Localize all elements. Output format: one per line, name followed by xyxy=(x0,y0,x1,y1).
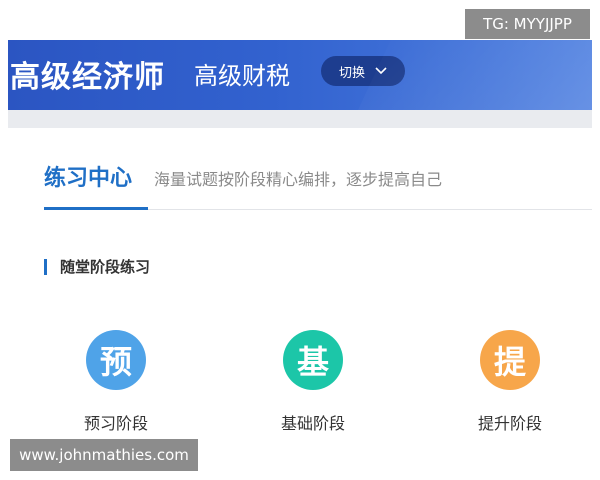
tab-practice-center[interactable]: 练习中心 xyxy=(44,160,132,192)
watermark-top: TG: MYYJJPP xyxy=(465,9,590,39)
stage-basic-icon: 基 xyxy=(283,330,353,404)
exam-title: 高级经济师 xyxy=(10,60,165,95)
tab-row: 练习中心 海量试题按阶段精心编排，逐步提高自己 xyxy=(44,160,442,192)
stage-basic[interactable]: 基 基础阶段 xyxy=(253,330,373,434)
header-banner: 高级经济师 高级财税 切换 xyxy=(8,40,592,110)
watermark-bottom: www.johnmathies.com xyxy=(10,439,198,471)
switch-label: 切换 xyxy=(338,65,365,81)
stage-preview-label: 预习阶段 xyxy=(83,414,148,433)
stage-advance[interactable]: 提 提升阶段 xyxy=(450,330,570,434)
section-title: 随堂阶段练习 xyxy=(60,258,151,276)
tab-description: 海量试题按阶段精心编排，逐步提高自己 xyxy=(154,170,443,189)
stage-advance-label: 提升阶段 xyxy=(477,414,542,433)
switch-button[interactable]: 切换 xyxy=(321,56,405,86)
stage-advance-icon: 提 xyxy=(480,330,550,404)
header-shadow-strip xyxy=(8,110,592,128)
stage-preview[interactable]: 预 预习阶段 xyxy=(56,330,176,434)
active-tab-underline xyxy=(44,207,148,210)
chevron-down-icon xyxy=(375,67,387,75)
exam-subtitle: 高级财税 xyxy=(194,62,290,90)
stage-preview-icon: 预 xyxy=(86,330,156,404)
stage-basic-label: 基础阶段 xyxy=(280,414,345,433)
